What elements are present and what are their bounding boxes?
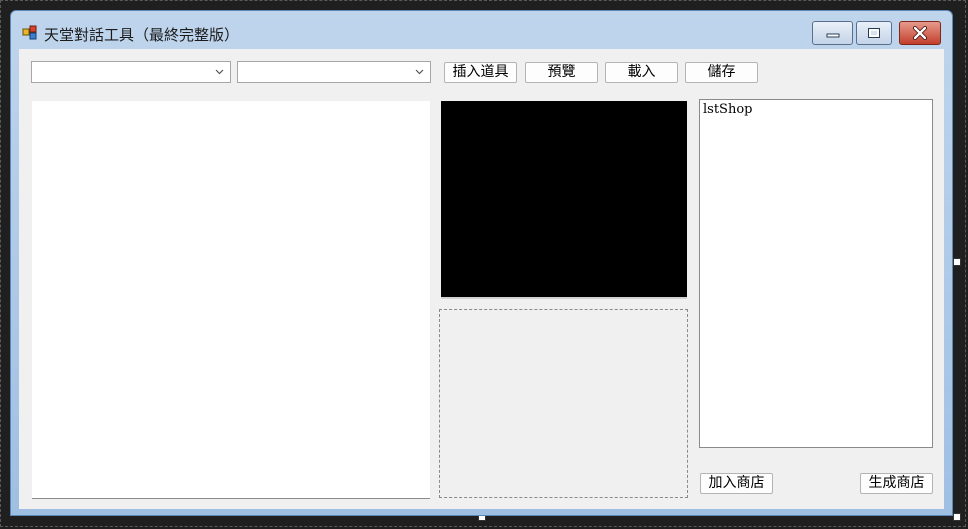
chevron-down-icon — [415, 69, 424, 75]
add-to-shop-button[interactable]: 加入商店 — [700, 473, 773, 494]
close-icon — [913, 26, 927, 40]
shop-list-placeholder: lstShop — [703, 102, 753, 117]
item-panel — [439, 309, 688, 498]
load-button[interactable]: 載入 — [605, 62, 678, 83]
item-combo[interactable] — [237, 61, 431, 83]
insert-item-button[interactable]: 插入道具 — [444, 62, 517, 83]
form-window: 天堂對話工具（最終完整版） 插入道具 預覽 載入 儲存 lstShop 加入商店… — [10, 10, 953, 516]
resize-handle-right[interactable] — [953, 258, 961, 266]
maximize-icon — [868, 28, 880, 38]
title-bar[interactable]: 天堂對話工具（最終完整版） — [11, 11, 952, 49]
minimize-button[interactable] — [812, 21, 853, 45]
resize-handle-corner[interactable] — [953, 513, 961, 521]
app-icon — [22, 25, 37, 40]
minimize-icon — [826, 33, 839, 38]
shop-list-box[interactable]: lstShop — [699, 99, 933, 448]
preview-picture-box — [441, 101, 687, 299]
window-title: 天堂對話工具（最終完整版） — [44, 26, 240, 44]
chevron-down-icon — [215, 69, 224, 75]
generate-shop-button[interactable]: 生成商店 — [860, 473, 933, 494]
dialog-text-editor[interactable] — [32, 101, 430, 499]
save-button[interactable]: 儲存 — [685, 62, 758, 83]
preview-button[interactable]: 預覽 — [525, 62, 598, 83]
close-button[interactable] — [899, 21, 941, 45]
form-client-area: 插入道具 預覽 載入 儲存 lstShop 加入商店 生成商店 — [19, 49, 944, 509]
category-combo[interactable] — [31, 61, 231, 83]
maximize-button[interactable] — [856, 21, 892, 45]
